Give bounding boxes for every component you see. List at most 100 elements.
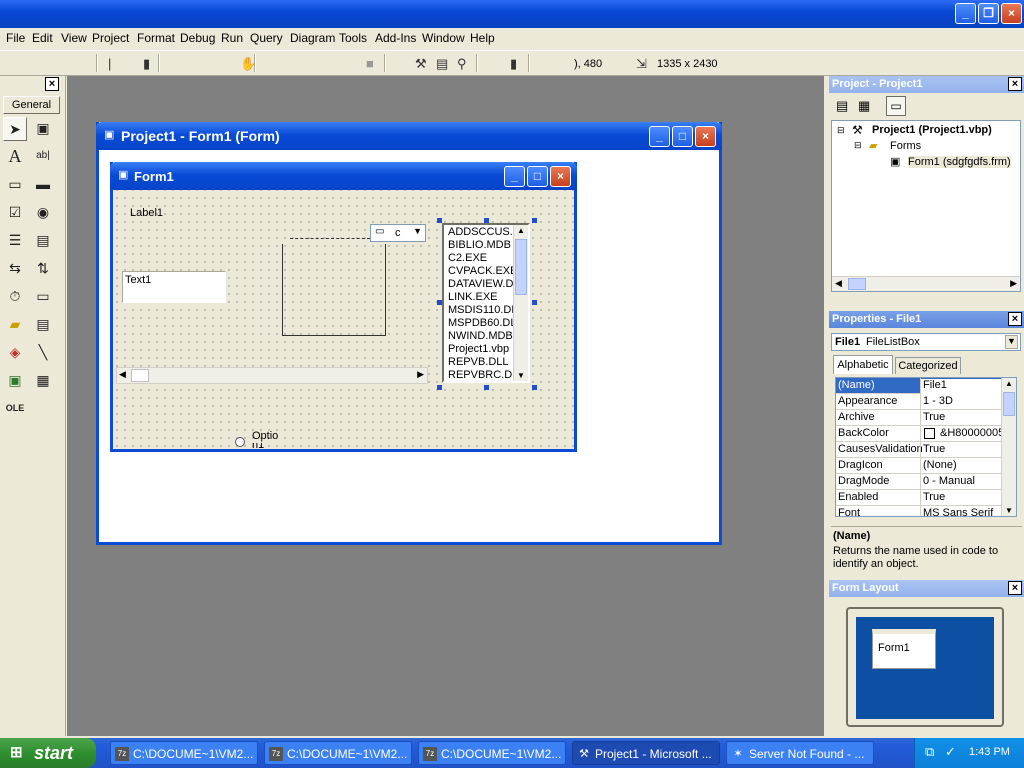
property-row[interactable]: Enabled True <box>836 490 1016 506</box>
scroll-left-icon[interactable]: ◀ <box>119 369 126 380</box>
tree-folder-forms[interactable]: Forms <box>890 140 921 152</box>
property-row[interactable]: (Name) File1 <box>836 378 1016 394</box>
textbox-tool-icon[interactable]: ab| <box>31 145 55 169</box>
list-item[interactable]: Project1.vbp <box>448 343 509 355</box>
scroll-thumb[interactable] <box>1003 392 1015 416</box>
collapse-icon[interactable]: ⊟ <box>854 140 862 151</box>
frame-tool-icon[interactable]: ▭ <box>3 173 27 197</box>
view-object-icon[interactable]: ▦ <box>858 98 870 114</box>
picturebox-tool-icon[interactable]: ▣ <box>31 117 55 141</box>
tree-item-form1[interactable]: Form1 (sdgfgdfs.frm) <box>908 156 1011 168</box>
menu-help[interactable]: Help <box>470 31 495 45</box>
file1-vscrollbar[interactable]: ▲ ▼ <box>513 225 528 381</box>
scroll-up-icon[interactable]: ▲ <box>517 226 525 235</box>
properties-vscrollbar[interactable]: ▲ ▼ <box>1001 378 1016 516</box>
text1-control[interactable]: Text1 <box>122 271 226 303</box>
collapse-icon[interactable]: ⊟ <box>837 125 845 136</box>
designer-maximize-button[interactable]: □ <box>672 126 693 147</box>
listbox-tool-icon[interactable]: ▤ <box>31 229 55 253</box>
list-item[interactable]: LINK.EXE <box>448 291 498 303</box>
tab-categorized[interactable]: Categorized <box>895 357 961 374</box>
chevron-down-icon[interactable]: ▼ <box>413 226 422 236</box>
selection-handle[interactable] <box>437 385 442 390</box>
label-tool-icon[interactable]: A <box>3 145 27 169</box>
taskbar-button[interactable]: ✶ Server Not Found - ... <box>726 741 874 765</box>
form1-title-bar[interactable]: ▣ Form1 _ □ × <box>110 162 577 190</box>
form1-minimize-button[interactable]: _ <box>504 166 525 187</box>
menu-edit[interactable]: Edit <box>32 31 53 45</box>
selection-handle[interactable] <box>532 300 537 305</box>
property-value[interactable]: True <box>923 491 945 503</box>
property-row[interactable]: DragIcon (None) <box>836 458 1016 474</box>
project-hscrollbar[interactable]: ◀ ▶ <box>832 276 1020 291</box>
selection-handle[interactable] <box>484 385 489 390</box>
property-row[interactable]: Font MS Sans Serif <box>836 506 1016 516</box>
selection-handle[interactable] <box>437 300 442 305</box>
property-value[interactable]: True <box>923 443 945 455</box>
combobox-tool-icon[interactable]: ☰ <box>3 229 27 253</box>
option1-label[interactable]: Optio <box>252 430 278 442</box>
taskbar-button[interactable]: 7z C:\DOCUME~1\VM2... <box>418 741 566 765</box>
label1-control[interactable]: Label1 <box>130 207 163 219</box>
image-tool-icon[interactable]: ▣ <box>3 369 27 393</box>
selection-handle[interactable] <box>484 218 489 223</box>
tab-alphabetic[interactable]: Alphabetic <box>833 355 893 374</box>
menu-diagram[interactable]: Diagram <box>290 31 335 45</box>
timer-tool-icon[interactable]: ⏱ <box>3 285 27 309</box>
file1-listbox[interactable]: ADDSCCUS.DLL BIBLIO.MDB C2.EXE CVPACK.EX… <box>442 223 530 383</box>
property-value[interactable]: &H80000005 <box>940 427 1004 439</box>
chevron-down-icon[interactable]: ▼ <box>1005 335 1018 349</box>
minimize-button[interactable]: _ <box>955 3 976 24</box>
restore-button[interactable]: ❐ <box>978 3 999 24</box>
designer-title-bar[interactable]: ▣ Project1 - Form1 (Form) _ □ × <box>96 122 722 150</box>
property-value[interactable]: File1 <box>921 379 1001 394</box>
scroll-right-icon[interactable]: ▶ <box>417 369 424 380</box>
list-item[interactable]: MSPDB60.DLL <box>448 317 523 329</box>
scroll-left-icon[interactable]: ◀ <box>835 278 842 289</box>
option-radio-icon[interactable] <box>235 437 245 447</box>
taskbar-button[interactable]: 7z C:\DOCUME~1\VM2... <box>264 741 412 765</box>
scroll-down-icon[interactable]: ▼ <box>517 371 525 380</box>
selection-handle[interactable] <box>532 385 537 390</box>
menu-view[interactable]: View <box>61 31 87 45</box>
commandbutton-tool-icon[interactable]: ▬ <box>31 173 55 197</box>
menu-format[interactable]: Format <box>137 31 175 45</box>
scroll-thumb[interactable] <box>131 369 149 382</box>
tree-project-root[interactable]: Project1 (Project1.vbp) <box>872 124 992 136</box>
taskbar-button[interactable]: 7z C:\DOCUME~1\VM2... <box>110 741 258 765</box>
menu-query[interactable]: Query <box>250 31 283 45</box>
menu-file[interactable]: File <box>6 31 25 45</box>
scroll-thumb[interactable] <box>848 278 866 290</box>
ole-tool-icon[interactable]: OLE <box>3 397 27 421</box>
network-icon[interactable]: ⧉ <box>925 744 934 760</box>
list-item[interactable]: REPVB.DLL <box>448 356 509 368</box>
form1-preview[interactable]: Form1 <box>872 629 936 669</box>
scroll-thumb[interactable] <box>515 239 527 295</box>
object-selector[interactable]: File1 FileListBox ▼ <box>831 333 1021 351</box>
filelistbox-tool-icon[interactable]: ▤ <box>31 313 55 337</box>
data-tool-icon[interactable]: ▦ <box>31 369 55 393</box>
menu-add-ins[interactable]: Add-Ins <box>375 31 416 45</box>
property-value[interactable]: 1 - 3D <box>923 395 953 407</box>
property-row[interactable]: DragMode 0 - Manual <box>836 474 1016 490</box>
selection-handle[interactable] <box>437 218 442 223</box>
properties-pane-close-button[interactable]: × <box>1008 312 1022 326</box>
menu-project[interactable]: Project <box>92 31 129 45</box>
start-button[interactable]: ⊞ start <box>0 738 96 768</box>
toolbox-tab-general[interactable]: General <box>3 96 60 114</box>
scroll-right-icon[interactable]: ▶ <box>1010 278 1017 289</box>
menu-run[interactable]: Run <box>221 31 243 45</box>
list-item[interactable]: C2.EXE <box>448 252 487 264</box>
pointer-tool-icon[interactable]: ➤ <box>3 117 27 141</box>
shape-tool-icon[interactable]: ◈ <box>3 341 27 365</box>
project-explorer-icon[interactable]: ⚒ <box>415 56 427 72</box>
line-tool-icon[interactable]: ╲ <box>31 341 55 365</box>
toggle-folders-icon[interactable]: ▭ <box>886 96 906 116</box>
hscrollbar-control[interactable]: ◀ ▶ <box>116 367 428 384</box>
dirlistbox-tool-icon[interactable]: ▰ <box>3 313 27 337</box>
list-item[interactable]: BIBLIO.MDB <box>448 239 511 251</box>
form-layout-close-button[interactable]: × <box>1008 581 1022 595</box>
taskbar-button-active[interactable]: ⚒ Project1 - Microsoft ... <box>572 741 720 765</box>
project-pane-close-button[interactable]: × <box>1008 77 1022 91</box>
properties-window-icon[interactable]: ▤ <box>436 56 448 72</box>
